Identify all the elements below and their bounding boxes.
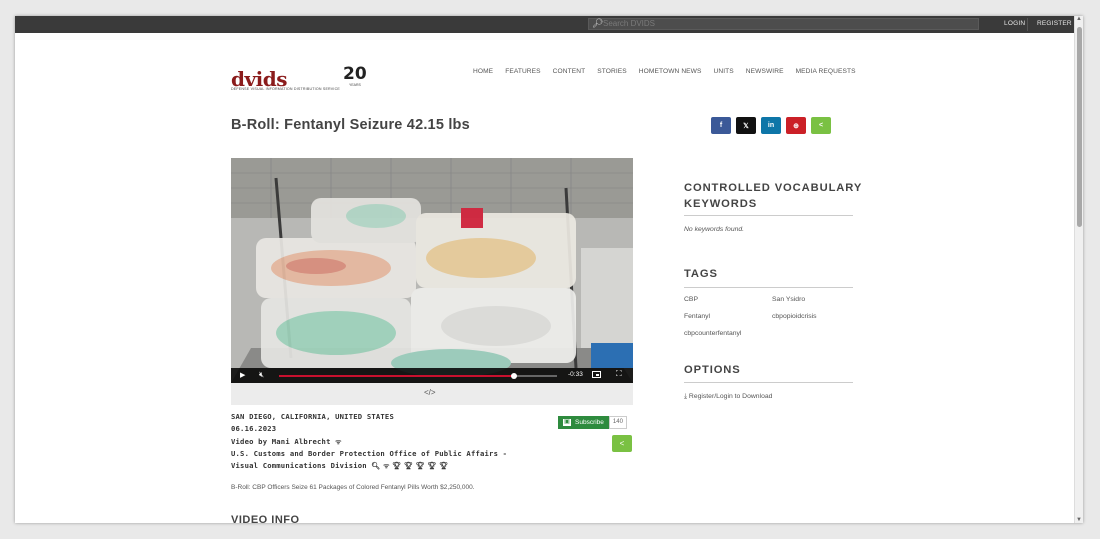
- register-link[interactable]: REGISTER: [1037, 20, 1072, 27]
- video-meta: SAN DIEGO, CALIFORNIA, UNITED STATES 06.…: [231, 411, 507, 472]
- anniversary-sub: YEARS: [349, 83, 361, 87]
- video-info-heading: VIDEO INFO: [231, 514, 300, 523]
- download-link[interactable]: ⤓ Register/Login to Download: [684, 393, 772, 401]
- nav-features[interactable]: FEATURES: [505, 68, 540, 75]
- nav-stories[interactable]: STORIES: [597, 68, 627, 75]
- time-remaining: -0:33: [568, 371, 583, 378]
- download-icon: ⤓: [684, 393, 688, 400]
- browser-window: 🔎︎ Search DVIDS LOGIN REGISTER ▲ ▼ dvids…: [15, 16, 1083, 523]
- scrollbar[interactable]: ▲ ▼: [1074, 16, 1083, 523]
- divider: [684, 382, 853, 383]
- subscribe-widget: ▣ Subscribe 140: [558, 416, 627, 429]
- nav-hometown-news[interactable]: HOMETOWN NEWS: [639, 68, 702, 75]
- share-button[interactable]: <: [612, 435, 632, 452]
- x-share-button[interactable]: 𝕏: [736, 117, 756, 134]
- rss-icon[interactable]: ᯤ: [335, 438, 342, 446]
- divider: [684, 215, 853, 216]
- nav-content[interactable]: CONTENT: [553, 68, 586, 75]
- share-bar: f 𝕏 in ⊕ <: [711, 117, 831, 134]
- keywords-heading-line-2: KEYWORDS: [684, 197, 758, 210]
- keywords-heading: CONTROLLED VOCABULARY KEYWORDS: [684, 181, 862, 212]
- unit-line-2-row: Visual Communications Division 🔍︎ ᯤ 🏆︎ 🏆…: [231, 460, 507, 472]
- search-icon[interactable]: 🔎︎: [592, 18, 603, 29]
- tag-link[interactable]: San Ysidro: [772, 296, 805, 303]
- logo-tagline: DEFENSE VISUAL INFORMATION DISTRIBUTION …: [231, 87, 340, 91]
- tag-link[interactable]: cbpcounterfentanyl: [684, 330, 741, 337]
- top-bar: 🔎︎ Search DVIDS LOGIN REGISTER: [15, 16, 1074, 33]
- tags-heading: TAGS: [684, 268, 718, 280]
- video-player[interactable]: ▶ 🔇︎ -0:33 ⛶: [231, 158, 633, 383]
- pinterest-share-button[interactable]: ⊕: [786, 117, 806, 134]
- video-frame: [231, 158, 633, 383]
- divider: [1027, 18, 1028, 31]
- divider: [684, 287, 853, 288]
- subscriber-count: 140: [608, 416, 627, 429]
- fullscreen-icon[interactable]: ⛶: [616, 369, 622, 379]
- anniversary-logo: 20: [343, 64, 367, 84]
- picture-in-picture-icon[interactable]: [592, 371, 601, 378]
- subscribe-icon: ▣: [563, 419, 571, 426]
- progress-knob[interactable]: [510, 373, 517, 379]
- share-icon[interactable]: <: [811, 117, 831, 134]
- subscribe-label: Subscribe: [575, 419, 604, 426]
- main-nav: HOME FEATURES CONTENT STORIES HOMETOWN NEWS U…: [473, 68, 856, 75]
- author-line: Video by Mani Albrecht ᯤ: [231, 436, 507, 448]
- video-description: B-Roll: CBP Officers Seize 61 Packages o…: [231, 484, 475, 491]
- progress-fill: [279, 375, 514, 377]
- play-icon[interactable]: ▶: [240, 371, 245, 379]
- tag-link[interactable]: cbpopioidcrisis: [772, 313, 817, 320]
- no-keywords-text: No keywords found.: [684, 226, 745, 233]
- tag-link[interactable]: CBP: [684, 296, 698, 303]
- volume-muted-icon[interactable]: 🔇︎: [259, 370, 264, 380]
- page-title: B-Roll: Fentanyl Seizure 42.15 lbs: [231, 117, 470, 133]
- author[interactable]: Video by Mani Albrecht: [231, 437, 331, 446]
- unit-line-1[interactable]: U.S. Customs and Border Protection Offic…: [231, 448, 507, 460]
- search-input[interactable]: 🔎︎ Search DVIDS: [588, 18, 979, 30]
- location: SAN DIEGO, CALIFORNIA, UNITED STATES: [231, 412, 394, 421]
- nav-home[interactable]: HOME: [473, 68, 493, 75]
- tag-link[interactable]: Fentanyl: [684, 313, 710, 320]
- subscribe-button[interactable]: ▣ Subscribe: [558, 416, 609, 429]
- share-icon-2: <: [619, 439, 625, 448]
- scroll-down-icon[interactable]: ▼: [1076, 517, 1082, 523]
- search-placeholder: Search DVIDS: [603, 19, 656, 28]
- nav-media-requests[interactable]: MEDIA REQUESTS: [796, 68, 856, 75]
- embed-code-icon[interactable]: </>: [424, 388, 436, 397]
- download-label: Register/Login to Download: [688, 393, 773, 400]
- login-link[interactable]: LOGIN: [1004, 20, 1025, 27]
- date: 06.16.2023: [231, 424, 277, 434]
- facebook-share-button[interactable]: f: [711, 117, 731, 134]
- scroll-up-icon[interactable]: ▲: [1076, 16, 1082, 22]
- embed-bar[interactable]: </>: [231, 383, 633, 405]
- unit-icons[interactable]: 🔍︎ ᯤ 🏆︎ 🏆︎ 🏆︎ 🏆︎ 🏆︎: [371, 462, 448, 470]
- linkedin-share-button[interactable]: in: [761, 117, 781, 134]
- nav-units[interactable]: UNITS: [714, 68, 734, 75]
- keywords-heading-line-1: CONTROLLED VOCABULARY: [684, 182, 863, 194]
- options-heading: OPTIONS: [684, 364, 741, 376]
- progress-bar[interactable]: [279, 373, 557, 379]
- dvids-logo[interactable]: dvids DEFENSE VISUAL INFORMATION DISTRIB…: [231, 64, 371, 94]
- unit-line-2[interactable]: Visual Communications Division: [231, 461, 367, 470]
- nav-newswire[interactable]: NEWSWIRE: [746, 68, 784, 75]
- video-controls: ▶ 🔇︎ -0:33 ⛶: [231, 368, 633, 383]
- scrollbar-thumb[interactable]: [1077, 27, 1082, 227]
